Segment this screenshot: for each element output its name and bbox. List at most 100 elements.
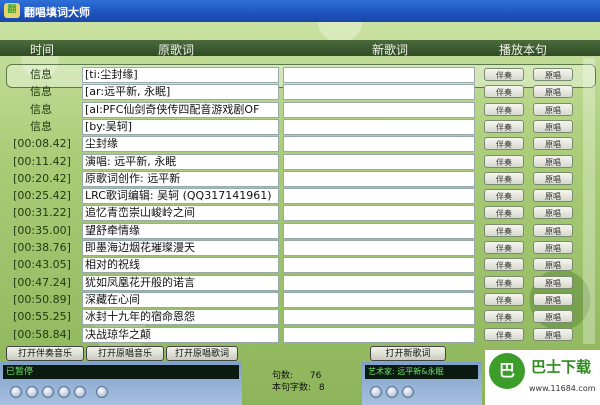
play-icon[interactable] (10, 386, 22, 398)
original-button[interactable]: 原唱 (533, 275, 573, 289)
original-lyric[interactable]: 犹如凤凰花开般的诺言 (82, 274, 279, 291)
watermark-logo: 巴 (489, 353, 525, 389)
stop-icon[interactable] (42, 386, 54, 398)
accompany-button[interactable]: 伴奏 (484, 189, 524, 203)
lyric-row: [00:47.24] 犹如凤凰花开般的诺言 伴奏 原唱 (0, 274, 600, 292)
original-lyric[interactable]: 望舒牵情缘 (82, 222, 279, 239)
volume-icon[interactable] (96, 386, 108, 398)
original-lyric[interactable]: 深藏在心间 (82, 291, 279, 308)
new-lyric-input[interactable] (283, 118, 475, 135)
open-accompany-button[interactable]: 打开伴奏音乐 (6, 346, 84, 361)
original-button[interactable]: 原唱 (533, 258, 573, 272)
original-lyric[interactable]: [ar:远平新, 永眠] (82, 84, 279, 101)
new-lyric-input[interactable] (283, 188, 475, 205)
row-time: [00:58.84] (13, 327, 71, 341)
original-button[interactable]: 原唱 (533, 310, 573, 324)
watermark-url: www.11684.com (529, 384, 596, 393)
accompany-button[interactable]: 伴奏 (484, 327, 524, 341)
original-lyric[interactable]: 追忆青峦崇山峻岭之间 (82, 205, 279, 222)
accompany-button[interactable]: 伴奏 (484, 292, 524, 306)
accompany-button[interactable]: 伴奏 (484, 206, 524, 220)
original-button[interactable]: 原唱 (533, 223, 573, 237)
stop-icon[interactable] (402, 386, 414, 398)
original-button[interactable]: 原唱 (533, 327, 573, 341)
original-lyric[interactable]: 即墨海边烟花璀璨漫天 (82, 240, 279, 256)
open-original-lyrics-button[interactable]: 打开原唱歌词 (166, 346, 238, 361)
lyric-row: [00:11.42] 演唱: 远平新, 永眠 伴奏 原唱 (0, 153, 600, 171)
accompany-player: 已暂停 (0, 362, 242, 405)
new-lyric-input[interactable] (283, 222, 475, 239)
original-button[interactable]: 原唱 (533, 154, 573, 168)
original-button[interactable]: 原唱 (533, 68, 573, 81)
open-new-lyrics-button[interactable]: 打开新歌词 (370, 346, 446, 361)
accompany-button[interactable]: 伴奏 (484, 137, 524, 151)
original-lyric[interactable]: 演唱: 远平新, 永眠 (82, 153, 279, 170)
original-lyric[interactable]: 尘封缘 (82, 136, 279, 153)
original-button[interactable]: 原唱 (533, 137, 573, 151)
accompany-button[interactable]: 伴奏 (484, 102, 524, 116)
row-time: [00:20.42] (13, 171, 71, 185)
new-lyric-input[interactable] (283, 326, 475, 343)
accompany-button[interactable]: 伴奏 (484, 275, 524, 289)
chars-value: 8 (318, 383, 325, 393)
next-icon[interactable] (74, 386, 86, 398)
accompany-button[interactable]: 伴奏 (484, 258, 524, 272)
original-button[interactable]: 原唱 (533, 171, 573, 185)
lyric-row: [00:38.76] 即墨海边烟花璀璨漫天 伴奏 原唱 (0, 240, 600, 257)
row-time: [00:35.00] (13, 223, 71, 237)
play-icon[interactable] (370, 386, 382, 398)
original-lyric[interactable]: 原歌词创作: 远平新 (82, 170, 279, 187)
lyric-row: [00:50.89] 深藏在心间 伴奏 原唱 (0, 291, 600, 309)
open-original-button[interactable]: 打开原唱音乐 (86, 346, 164, 361)
row-time: [00:11.42] (13, 154, 71, 168)
new-lyric-input[interactable] (283, 274, 475, 291)
original-lyric[interactable]: 冰封十九年的宿命恩怨 (82, 309, 279, 326)
original-button[interactable]: 原唱 (533, 119, 573, 133)
row-time: [00:43.05] (13, 258, 71, 272)
pause-icon[interactable] (386, 386, 398, 398)
sentences-value: 76 (309, 371, 322, 381)
new-lyric-input[interactable] (283, 101, 475, 118)
original-button[interactable]: 原唱 (533, 102, 573, 116)
new-lyric-input[interactable] (283, 205, 475, 222)
accompany-button[interactable]: 伴奏 (484, 154, 524, 168)
accompany-button[interactable]: 伴奏 (484, 85, 524, 99)
player-artist: 艺术家: 远平新&永眠 (365, 365, 478, 379)
accompany-button[interactable]: 伴奏 (484, 223, 524, 237)
original-button[interactable]: 原唱 (533, 189, 573, 203)
original-lyric[interactable]: LRC歌词编辑: 吴轲 (QQ317141961) (82, 188, 279, 205)
pause-icon[interactable] (26, 386, 38, 398)
accompany-button[interactable]: 伴奏 (484, 119, 524, 133)
lyric-row: 信息 [ar:远平新, 永眠] 伴奏 原唱 (0, 84, 600, 101)
new-lyric-input[interactable] (283, 170, 475, 187)
accompany-button[interactable]: 伴奏 (484, 171, 524, 185)
accompany-button[interactable]: 伴奏 (484, 68, 524, 81)
new-lyric-input[interactable] (283, 153, 475, 170)
new-lyric-input[interactable] (283, 291, 475, 308)
prev-icon[interactable] (58, 386, 70, 398)
lyric-row: [00:25.42] LRC歌词编辑: 吴轲 (QQ317141961) 伴奏 原唱 (0, 188, 600, 205)
accompany-button[interactable]: 伴奏 (484, 310, 524, 324)
original-player: 艺术家: 远平新&永眠 (362, 362, 482, 405)
new-lyric-input[interactable] (283, 84, 475, 101)
original-lyric[interactable]: 决战琼华之颠 (82, 326, 279, 343)
accompany-button[interactable]: 伴奏 (484, 241, 524, 254)
watermark-text: 巴士下载 (531, 358, 592, 376)
original-lyric[interactable]: 相对的祝线 (82, 257, 279, 274)
original-button[interactable]: 原唱 (533, 241, 573, 254)
lyric-row: [00:43.05] 相对的祝线 伴奏 原唱 (0, 257, 600, 274)
original-button[interactable]: 原唱 (533, 206, 573, 220)
original-lyric[interactable]: [al:PFC仙剑奇侠传四配音游戏剧OF (82, 101, 279, 118)
new-lyric-input[interactable] (283, 309, 475, 326)
new-lyric-input[interactable] (283, 136, 475, 153)
new-lyric-input[interactable] (283, 257, 475, 274)
row-time: [00:38.76] (13, 241, 71, 254)
original-button[interactable]: 原唱 (533, 85, 573, 99)
window-title: 翻唱填词大师 (24, 6, 90, 19)
original-button[interactable]: 原唱 (533, 292, 573, 306)
row-time: [00:31.22] (13, 206, 71, 220)
original-lyric[interactable]: [ti:尘封缘] (82, 67, 279, 83)
new-lyric-input[interactable] (283, 240, 475, 256)
original-lyric[interactable]: [by:吴轲] (82, 118, 279, 135)
new-lyric-input[interactable] (283, 67, 475, 83)
